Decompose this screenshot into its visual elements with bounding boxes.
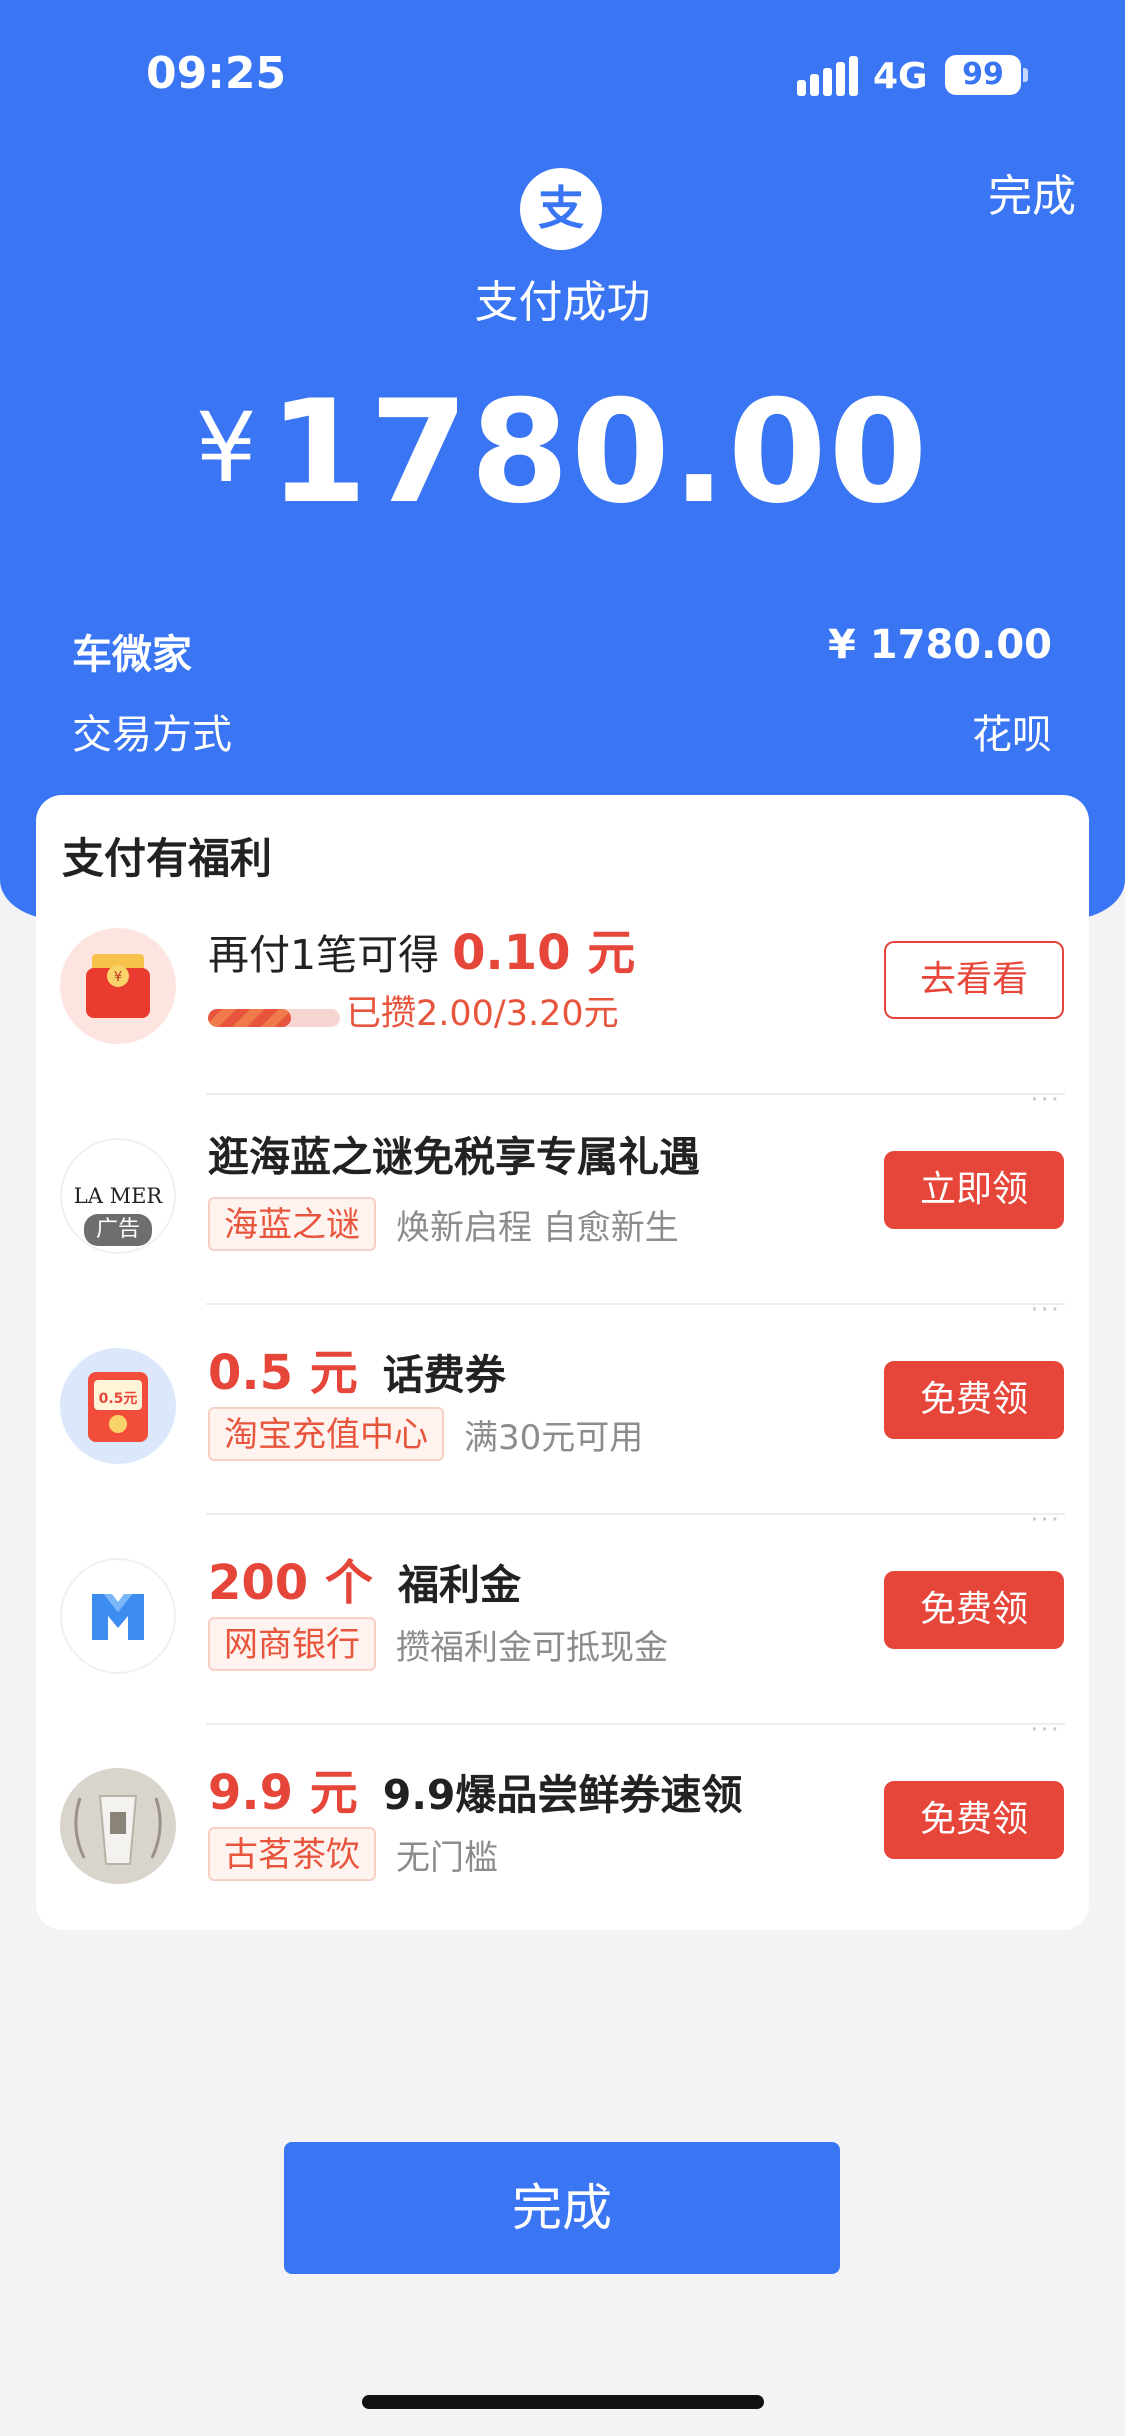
lamer-logo-icon: LA MER 广告 [60,1138,176,1254]
tea-coupon-item[interactable]: ··· 9.9 元 9.9爆品尝鲜券速领 古茗茶饮 无门槛 免费领 [36,1715,1089,1935]
phone-coupon-title: 话费券 [382,1351,506,1399]
battery-tip [1023,68,1028,82]
mybank-subtext: 攒福利金可抵现金 [396,1627,668,1668]
benefits-card: 支付有福利 ¥ 再付1笔可得 0.10 元 已攒2.00/3.20元 去看看 ·… [36,795,1089,1930]
reward-headline-prefix: 再付1笔可得 [208,931,440,979]
reward-progress-fill [208,1009,291,1027]
amount-value: 1780.00 [268,370,930,535]
reward-headline: 再付1笔可得 0.10 元 [208,913,635,983]
signal-icon [797,56,858,96]
benefits-card-title: 支付有福利 [62,834,273,883]
payment-method-row: 交易方式 花呗 [72,702,1052,760]
payment-method-value: 花呗 [972,712,1052,758]
lamer-claim-button[interactable]: 立即领 [884,1151,1064,1229]
tea-cup-icon [60,1768,176,1884]
lamer-subtext: 焕新启程 自愈新生 [396,1207,679,1248]
mybank-subline: 网商银行 攒福利金可抵现金 [208,1617,668,1671]
red-envelope-icon: ¥ [60,928,176,1044]
reward-item[interactable]: ¥ 再付1笔可得 0.10 元 已攒2.00/3.20元 去看看 [36,885,1089,1095]
mybank-headline: 200 个 福利金 [208,1543,521,1613]
mybank-value: 200 个 [208,1555,373,1611]
phone-coupon-icon: 0.5元 [60,1348,176,1464]
reward-headline-value: 0.10 元 [452,925,636,981]
status-time: 09:25 [146,48,287,99]
battery-icon: 99 [945,55,1021,95]
lamer-headline: 逛海蓝之谜免税享专属礼遇 [208,1123,700,1183]
tea-coupon-headline: 9.9 元 9.9爆品尝鲜券速领 [208,1753,742,1823]
mybank-logo-icon [60,1558,176,1674]
phone-coupon-subtext: 满30元可用 [464,1417,644,1458]
lamer-headline-text: 逛海蓝之谜免税享专属礼遇 [208,1133,700,1181]
merchant-row: 车微家 ¥ 1780.00 [72,622,1052,680]
home-indicator [362,2395,764,2409]
merchant-name: 车微家 [72,632,192,678]
mybank-item[interactable]: ··· 200 个 福利金 网商银行 攒福利金可抵现金 免费领 [36,1505,1089,1725]
network-type: 4G [873,56,928,97]
svg-text:支: 支 [538,181,584,235]
done-button[interactable]: 完成 [284,2142,840,2274]
payment-method-label: 交易方式 [72,712,232,758]
lamer-subline: 海蓝之谜 焕新启程 自愈新生 [208,1197,679,1251]
mybank-claim-button[interactable]: 免费领 [884,1571,1064,1649]
tea-coupon-subtext: 无门槛 [396,1837,498,1878]
more-options-icon[interactable]: ··· [1030,1295,1061,1325]
reward-view-button[interactable]: 去看看 [884,941,1064,1019]
mybank-tag: 网商银行 [208,1617,376,1671]
lamer-tag: 海蓝之谜 [208,1197,376,1251]
phone-coupon-subline: 淘宝充值中心 满30元可用 [208,1407,643,1461]
phone-coupon-headline: 0.5 元 话费券 [208,1333,506,1403]
merchant-amount: ¥ 1780.00 [828,622,1052,668]
svg-text:¥: ¥ [114,970,122,985]
tea-coupon-subline: 古茗茶饮 无门槛 [208,1827,498,1881]
tea-coupon-claim-button[interactable]: 免费领 [884,1781,1064,1859]
reward-progress-bar [208,1009,340,1027]
phone-coupon-value: 0.5 元 [208,1345,358,1401]
lamer-logo-text: LA MER [73,1184,163,1208]
header-done-button[interactable]: 完成 [988,160,1076,224]
phone-coupon-item[interactable]: ··· 0.5元 0.5 元 话费券 淘宝充值中心 满30元可用 免费领 [36,1295,1089,1515]
payment-amount: ¥1780.00 [0,370,1125,535]
phone-coupon-claim-button[interactable]: 免费领 [884,1361,1064,1439]
tea-coupon-title: 9.9爆品尝鲜券速领 [382,1771,743,1819]
more-options-icon[interactable]: ··· [1030,1505,1061,1535]
ad-badge: 广告 [84,1214,152,1246]
tea-coupon-tag: 古茗茶饮 [208,1827,376,1881]
lamer-offer-item[interactable]: ··· LA MER 广告 逛海蓝之谜免税享专属礼遇 海蓝之谜 焕新启程 自愈新… [36,1085,1089,1305]
phone-coupon-tag: 淘宝充值中心 [208,1407,444,1461]
alipay-logo-icon: 支 [520,168,602,250]
payment-success-title: 支付成功 [474,277,651,328]
mybank-title: 福利金 [397,1561,521,1609]
currency-symbol: ¥ [195,392,257,504]
more-options-icon[interactable]: ··· [1030,1715,1061,1745]
phone-coupon-thumb-text: 0.5元 [98,1391,138,1407]
reward-progress-text: 已攒2.00/3.20元 [346,994,619,1034]
more-options-icon[interactable]: ··· [1030,1085,1061,1115]
tea-coupon-value: 9.9 元 [208,1765,358,1821]
